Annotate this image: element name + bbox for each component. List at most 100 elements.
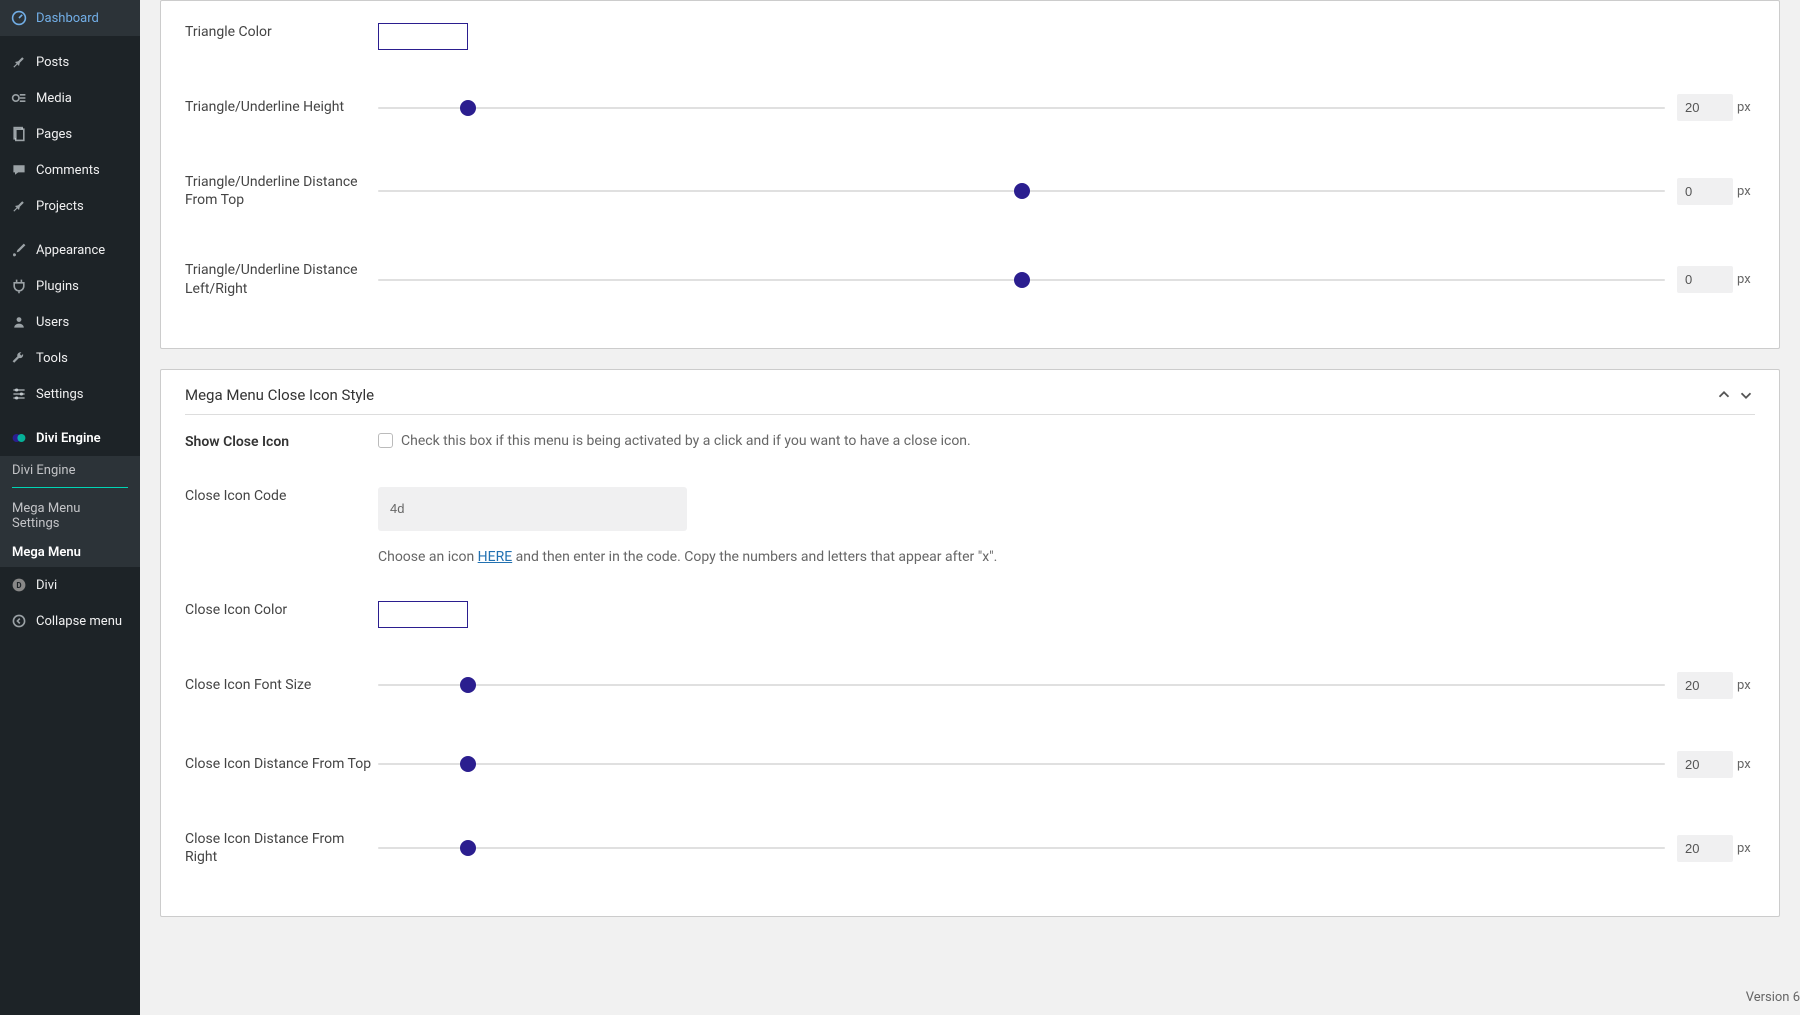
divi-icon: D xyxy=(10,576,28,594)
field-close-icon-dist-right: Close Icon Distance From Right px xyxy=(185,804,1755,892)
field-show-close-icon: Show Close Icon Check this box if this m… xyxy=(185,415,1755,469)
sidebar-item-divi[interactable]: D Divi xyxy=(0,567,140,603)
sidebar-item-dashboard[interactable]: Dashboard xyxy=(0,0,140,36)
panel-close-icon-style: Mega Menu Close Icon Style Show Close Ic… xyxy=(160,369,1780,918)
slider-thumb[interactable] xyxy=(460,756,476,772)
label-triangle-color: Triangle Color xyxy=(185,23,378,41)
wrench-icon xyxy=(10,349,28,367)
sidebar-item-divi-engine[interactable]: Divi Engine xyxy=(0,420,140,456)
label-close-icon-code: Close Icon Code xyxy=(185,487,378,505)
chevron-up-icon[interactable] xyxy=(1715,386,1733,404)
label-close-icon-dist-top: Close Icon Distance From Top xyxy=(185,755,378,773)
svg-text:D: D xyxy=(16,581,21,590)
sidebar-label: Divi xyxy=(36,578,57,593)
slider-triangle-height[interactable] xyxy=(378,107,1665,109)
color-swatch-triangle[interactable] xyxy=(378,23,468,50)
field-close-icon-code: Close Icon Code Choose an icon HERE and … xyxy=(185,469,1755,583)
field-close-icon-color: Close Icon Color xyxy=(185,583,1755,646)
slider-triangle-dist-lr[interactable] xyxy=(378,279,1665,281)
sidebar-label: Comments xyxy=(36,163,100,178)
field-close-icon-dist-top: Close Icon Distance From Top px xyxy=(185,725,1755,804)
slider-close-icon-dist-top[interactable] xyxy=(378,763,1665,765)
submenu-mega-menu[interactable]: Mega Menu xyxy=(0,538,140,567)
panel-title: Mega Menu Close Icon Style xyxy=(185,386,374,404)
field-close-icon-font-size: Close Icon Font Size px xyxy=(185,646,1755,725)
sidebar-item-media[interactable]: Media xyxy=(0,80,140,116)
slider-thumb[interactable] xyxy=(1014,272,1030,288)
sidebar-label: Settings xyxy=(36,387,83,402)
chevron-down-icon[interactable] xyxy=(1737,386,1755,404)
sidebar-item-tools[interactable]: Tools xyxy=(0,340,140,376)
submenu-mega-menu-settings[interactable]: Mega Menu Settings xyxy=(0,494,140,538)
slider-thumb[interactable] xyxy=(460,677,476,693)
slider-thumb[interactable] xyxy=(1014,183,1030,199)
submenu-divider xyxy=(12,487,128,488)
sidebar-label: Pages xyxy=(36,127,72,142)
field-triangle-color: Triangle Color xyxy=(185,5,1755,68)
label-triangle-dist-lr: Triangle/Underline Distance Left/Right xyxy=(185,261,378,297)
panel-triangle-style: Triangle Color Triangle/Underline Height… xyxy=(160,0,1780,349)
link-icon-here[interactable]: HERE xyxy=(478,549,513,565)
sidebar-item-appearance[interactable]: Appearance xyxy=(0,232,140,268)
sliders-icon xyxy=(10,385,28,403)
slider-triangle-dist-top[interactable] xyxy=(378,190,1665,192)
sidebar-item-projects[interactable]: Projects xyxy=(0,188,140,224)
sidebar-label: Tools xyxy=(36,351,68,366)
unit-px: px xyxy=(1737,678,1755,693)
sidebar-item-comments[interactable]: Comments xyxy=(0,152,140,188)
user-icon xyxy=(10,313,28,331)
input-triangle-dist-lr[interactable] xyxy=(1677,266,1733,293)
slider-close-icon-dist-right[interactable] xyxy=(378,847,1665,849)
unit-px: px xyxy=(1737,757,1755,772)
brush-icon xyxy=(10,241,28,259)
checkbox-show-close[interactable] xyxy=(378,433,393,448)
unit-px: px xyxy=(1737,841,1755,856)
input-close-icon-dist-top[interactable] xyxy=(1677,751,1733,778)
divi-engine-icon xyxy=(10,429,28,447)
dashboard-icon xyxy=(10,9,28,27)
sidebar-submenu: Divi Engine Mega Menu Settings Mega Menu xyxy=(0,456,140,567)
input-triangle-dist-top[interactable] xyxy=(1677,178,1733,205)
admin-sidebar: Dashboard Posts Media Pages Comments Pro… xyxy=(0,0,140,1015)
sidebar-item-users[interactable]: Users xyxy=(0,304,140,340)
media-icon xyxy=(10,89,28,107)
color-swatch-close-icon[interactable] xyxy=(378,601,468,628)
panel-toggle-group xyxy=(1715,386,1755,404)
checkbox-desc: Check this box if this menu is being act… xyxy=(401,433,971,449)
sidebar-label: Plugins xyxy=(36,279,79,294)
unit-px: px xyxy=(1737,100,1755,115)
collapse-icon xyxy=(10,612,28,630)
submenu-divi-engine[interactable]: Divi Engine xyxy=(0,456,140,485)
sidebar-item-pages[interactable]: Pages xyxy=(0,116,140,152)
plug-icon xyxy=(10,277,28,295)
field-triangle-dist-lr: Triangle/Underline Distance Left/Right p… xyxy=(185,235,1755,323)
pin-icon xyxy=(10,53,28,71)
comment-icon xyxy=(10,161,28,179)
help-text: Choose an icon HERE and then enter in th… xyxy=(378,549,997,565)
slider-thumb[interactable] xyxy=(460,840,476,856)
input-close-icon-code[interactable] xyxy=(378,487,687,531)
label-close-icon-font-size: Close Icon Font Size xyxy=(185,676,378,694)
page-icon xyxy=(10,125,28,143)
input-triangle-height[interactable] xyxy=(1677,94,1733,121)
sidebar-label: Posts xyxy=(36,55,69,70)
label-show-close-icon: Show Close Icon xyxy=(185,433,378,451)
main-content: Triangle Color Triangle/Underline Height… xyxy=(140,0,1800,1015)
slider-thumb[interactable] xyxy=(460,100,476,116)
sidebar-item-posts[interactable]: Posts xyxy=(0,44,140,80)
label-close-icon-color: Close Icon Color xyxy=(185,601,378,619)
sidebar-label: Users xyxy=(36,315,69,330)
version-text: Version 6 xyxy=(1746,990,1800,1005)
sidebar-item-collapse[interactable]: Collapse menu xyxy=(0,603,140,639)
sidebar-item-plugins[interactable]: Plugins xyxy=(0,268,140,304)
sidebar-label: Divi Engine xyxy=(36,431,101,446)
sidebar-label: Appearance xyxy=(36,243,105,258)
sidebar-label: Dashboard xyxy=(36,11,99,26)
slider-close-icon-font-size[interactable] xyxy=(378,684,1665,686)
input-close-icon-dist-right[interactable] xyxy=(1677,835,1733,862)
panel-header: Mega Menu Close Icon Style xyxy=(185,370,1755,415)
field-triangle-height: Triangle/Underline Height px xyxy=(185,68,1755,147)
input-close-icon-font-size[interactable] xyxy=(1677,672,1733,699)
sidebar-item-settings[interactable]: Settings xyxy=(0,376,140,412)
pin-icon xyxy=(10,197,28,215)
